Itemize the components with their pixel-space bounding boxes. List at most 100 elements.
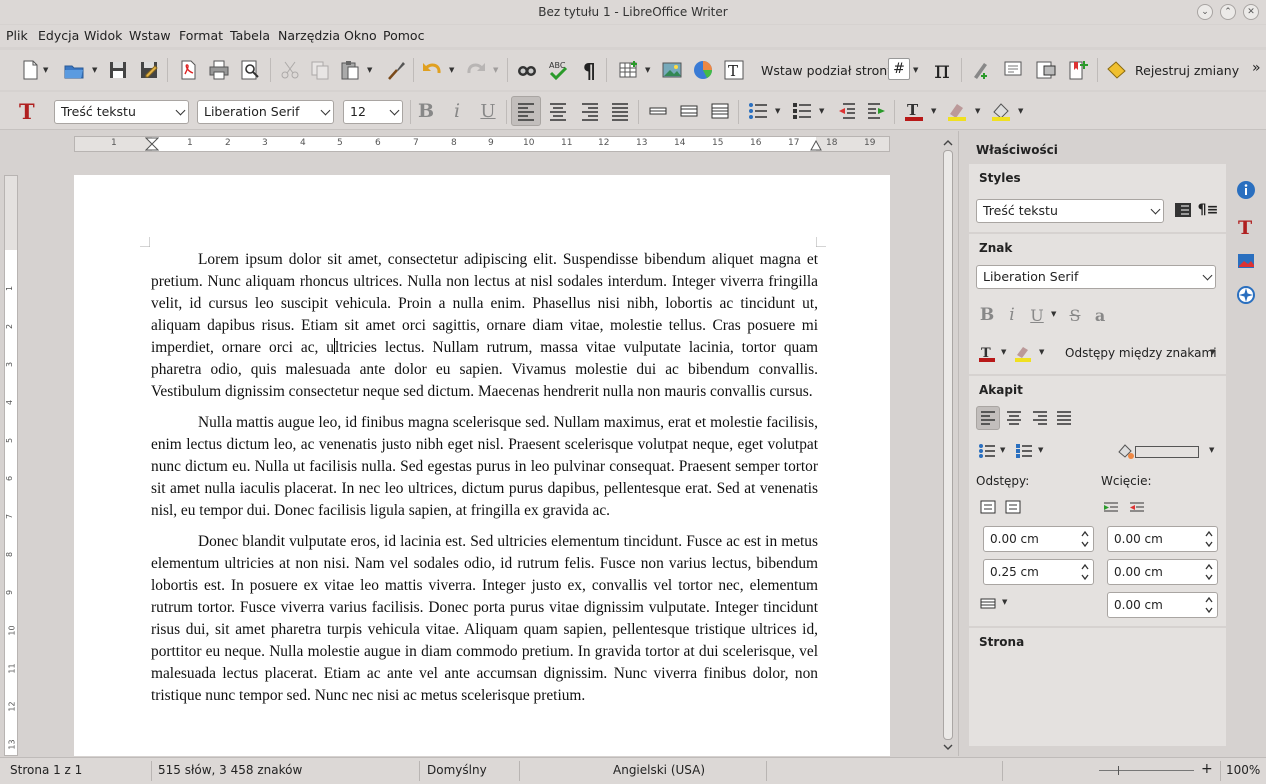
numbering-dropdown-arrow[interactable]: ▼ [819, 99, 827, 123]
menu-help[interactable]: Pomoc [383, 28, 424, 43]
spacing-above-icon[interactable] [977, 496, 999, 518]
sidebar-underline-icon[interactable]: U [1026, 304, 1048, 326]
open-folder-icon[interactable] [62, 58, 86, 82]
styles-tab-icon[interactable]: T [1235, 215, 1257, 237]
close-button[interactable]: ✕ [1243, 4, 1259, 20]
sidebar-style-select[interactable]: Treść tekstu [976, 199, 1164, 223]
page-indicator[interactable]: Strona 1 z 1 [10, 763, 82, 777]
insert-frame-icon[interactable] [1034, 58, 1058, 82]
indent-increase-icon[interactable] [1101, 496, 1123, 518]
paragraph-background-dropdown[interactable]: ▼ [1209, 438, 1217, 462]
line-spacing-1-icon[interactable] [646, 99, 670, 123]
menu-insert[interactable]: Wstaw [129, 28, 171, 43]
page-panel-heading[interactable]: Strona [979, 635, 1024, 649]
font-size-select[interactable]: 12 [343, 100, 403, 124]
spacing-above-spinner[interactable]: 0.00 cm [983, 526, 1094, 552]
paragraph-style-select[interactable]: Treść tekstu [54, 100, 189, 124]
save-as-icon[interactable] [137, 58, 161, 82]
insert-chart-icon[interactable] [691, 58, 715, 82]
new-document-icon[interactable] [18, 58, 42, 82]
paragraph-marks-icon[interactable]: ¶≡ [1197, 199, 1219, 221]
sidebar-font-select[interactable]: Liberation Serif [976, 265, 1216, 289]
sidebar-align-center-icon[interactable] [1003, 407, 1025, 429]
line-spacing-15-icon[interactable] [677, 99, 701, 123]
insert-field-icon[interactable]: # [888, 58, 910, 80]
justify-icon[interactable] [608, 99, 632, 123]
styles-panel-heading[interactable]: Styles [979, 171, 1021, 185]
menu-file[interactable]: Plik [6, 28, 28, 43]
zoom-in-icon[interactable]: + [1201, 761, 1213, 777]
italic-icon[interactable]: i [445, 99, 469, 123]
strikethrough-icon[interactable]: S [1064, 304, 1086, 326]
insert-formula-icon[interactable]: π [930, 56, 954, 84]
toolbar-overflow-button[interactable]: » [1252, 60, 1261, 76]
line-spacing-dropdown[interactable]: ▼ [1002, 590, 1010, 614]
open-dropdown-arrow[interactable]: ▼ [92, 58, 100, 82]
redo-dropdown-arrow[interactable]: ▼ [493, 58, 501, 82]
properties-tab-icon[interactable] [1235, 179, 1257, 201]
document-page[interactable]: Lorem ipsum dolor sit amet, consectetur … [74, 175, 890, 756]
spacing-below-spinner[interactable]: 0.25 cm [983, 559, 1094, 585]
bold-icon[interactable]: B [414, 99, 438, 123]
menu-window[interactable]: Okno [344, 28, 377, 43]
vertical-ruler[interactable]: 1 2 3 4 5 6 7 8 9 10 11 12 13 [4, 175, 18, 756]
sidebar-italic-icon[interactable]: i [1001, 304, 1023, 326]
paragraph-1[interactable]: Lorem ipsum dolor sit amet, consectetur … [151, 249, 818, 403]
print-preview-icon[interactable] [238, 58, 262, 82]
increase-indent-icon[interactable] [865, 99, 889, 123]
indent-after-spinner[interactable]: 0.00 cm [1107, 559, 1218, 585]
menu-table[interactable]: Tabela [230, 28, 270, 43]
character-spacing-dropdown[interactable]: ▼ [1210, 340, 1218, 364]
indent-before-spinner[interactable]: 0.00 cm [1107, 526, 1218, 552]
character-spacing-button[interactable]: Odstępy między znakami [1065, 346, 1217, 360]
decrease-indent-icon[interactable] [834, 99, 858, 123]
zoom-slider-handle[interactable] [1118, 766, 1119, 775]
align-left-icon[interactable] [514, 99, 538, 123]
scrollbar-thumb[interactable] [943, 150, 953, 740]
insert-bookmark-icon[interactable] [1066, 58, 1090, 82]
find-replace-icon[interactable] [515, 58, 539, 82]
font-name-select[interactable]: Liberation Serif [197, 100, 334, 124]
right-indent-marker-icon[interactable] [810, 140, 822, 151]
table-dropdown-arrow[interactable]: ▼ [645, 58, 653, 82]
line-spacing-icon[interactable] [977, 592, 999, 614]
sidebar-numbering-dropdown[interactable]: ▼ [1038, 438, 1046, 462]
insert-text-box-icon[interactable]: T [722, 58, 746, 82]
font-color-icon[interactable]: T [902, 99, 926, 123]
print-icon[interactable] [207, 58, 231, 82]
scroll-down-icon[interactable] [943, 742, 953, 752]
gallery-tab-icon[interactable] [1235, 250, 1257, 272]
menu-view[interactable]: Widok [84, 28, 122, 43]
sidebar-bullets-dropdown[interactable]: ▼ [1000, 438, 1008, 462]
record-changes-button[interactable]: Rejestruj zmiany [1135, 63, 1239, 78]
field-dropdown-arrow[interactable]: ▼ [913, 58, 921, 82]
shadow-icon[interactable]: a [1089, 304, 1111, 326]
insert-signature-icon[interactable] [969, 58, 993, 82]
sidebar-highlight-icon[interactable] [1012, 342, 1034, 364]
sidebar-justify-icon[interactable] [1053, 407, 1075, 429]
menu-edit[interactable]: Edycja [38, 28, 79, 43]
page-style[interactable]: Domyślny [427, 763, 487, 777]
copy-icon[interactable] [308, 58, 332, 82]
navigator-tab-icon[interactable] [1235, 284, 1257, 306]
highlight-dropdown-arrow[interactable]: ▼ [975, 99, 983, 123]
align-right-icon[interactable] [578, 99, 602, 123]
paragraph-panel-heading[interactable]: Akapit [979, 383, 1023, 397]
paragraph-background-icon[interactable] [1115, 440, 1137, 462]
new-dropdown-arrow[interactable]: ▼ [43, 58, 51, 82]
styles-sidebar-icon[interactable]: T [16, 99, 40, 123]
bullets-icon[interactable] [746, 99, 770, 123]
underline-dropdown-arrow[interactable]: ▼ [1051, 302, 1059, 326]
paragraph-3[interactable]: Donec blandit vulputate eros, id lacinia… [151, 531, 818, 707]
insert-table-icon[interactable] [617, 58, 641, 82]
first-line-indent-spinner[interactable]: 0.00 cm [1107, 592, 1218, 618]
insert-page-break-button[interactable]: Wstaw podział strony [761, 63, 895, 78]
track-changes-icon[interactable] [1104, 58, 1128, 82]
undo-icon[interactable] [420, 58, 444, 82]
paste-icon[interactable] [338, 58, 362, 82]
cut-icon[interactable] [278, 58, 302, 82]
minimize-button[interactable]: ⌄ [1197, 4, 1213, 20]
save-icon[interactable] [106, 58, 130, 82]
insert-comment-icon[interactable] [1001, 58, 1025, 82]
word-count[interactable]: 515 słów, 3 458 znaków [158, 763, 302, 777]
